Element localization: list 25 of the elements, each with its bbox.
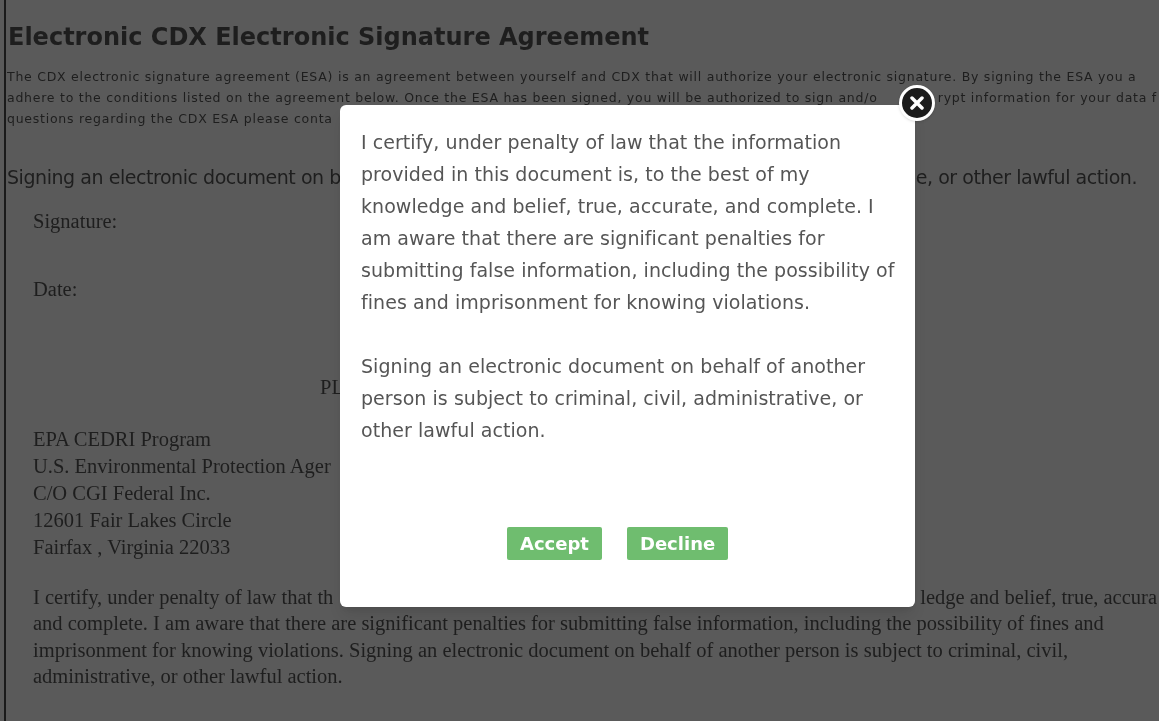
page-title: Electronic CDX Electronic Signature Agreement <box>7 22 649 53</box>
certification-text: and complete. I am aware that there are significant penalties for submitting false information, including the possibility of fines and <box>33 611 1104 637</box>
certification-text: administrative, or other lawful action. <box>33 663 343 689</box>
intro-text: The CDX electronic signature agreement (ESA) is an agreement between yourself and CDX that will authorize your electronic signature. By signing the ESA you a <box>7 68 1137 86</box>
signing-text: e, or other lawful action. <box>915 165 1137 190</box>
address-line: C/O CGI Federal Inc. <box>33 481 211 506</box>
signing-text: Signing an electronic document on b <box>7 165 341 190</box>
intro-text: questions regarding the CDX ESA please conta <box>7 110 333 128</box>
dialog-button[interactable]: Accept <box>507 527 602 560</box>
close-icon <box>910 96 924 110</box>
intro-text: adhere to the conditions listed on the agreement below. Once the ESA has been signed, you will be authorized to sign and/o <box>7 89 878 107</box>
certification-text: imprisonment for knowing violations. Signing an electronic document on behalf of another person is subject to criminal, civil, <box>33 637 1069 663</box>
modal-text: Signing an electronic document on behalf of another person is subject to criminal, civil, administrative, or other lawful action. <box>361 354 867 443</box>
address-line: EPA CEDRI Program <box>33 427 212 453</box>
signature-label: Signature: <box>33 209 118 235</box>
intro-text: rypt information for your data f <box>937 89 1157 107</box>
date-label: Date: <box>33 277 78 302</box>
dialog-button[interactable]: Decline <box>626 527 729 560</box>
address-line: 12601 Fair Lakes Circle <box>33 508 232 533</box>
close-button[interactable] <box>899 85 935 121</box>
certification-text: ledge and belief, true, accura <box>920 585 1157 611</box>
certification-text: I certify, under penalty of law that th <box>33 585 334 611</box>
address-line: U.S. Environmental Protection Ager <box>33 454 331 480</box>
modal-text: I certify, under penalty of law that the information provided in this document is, to the best of my knowledge and belief, true, accurate, and complete. I am aware that there are significant penalties for submitting false information, including the possibility of fines and imprisonment for knowing violations. <box>361 130 896 315</box>
address-line: Fairfax , Virginia 22033 <box>33 535 231 561</box>
